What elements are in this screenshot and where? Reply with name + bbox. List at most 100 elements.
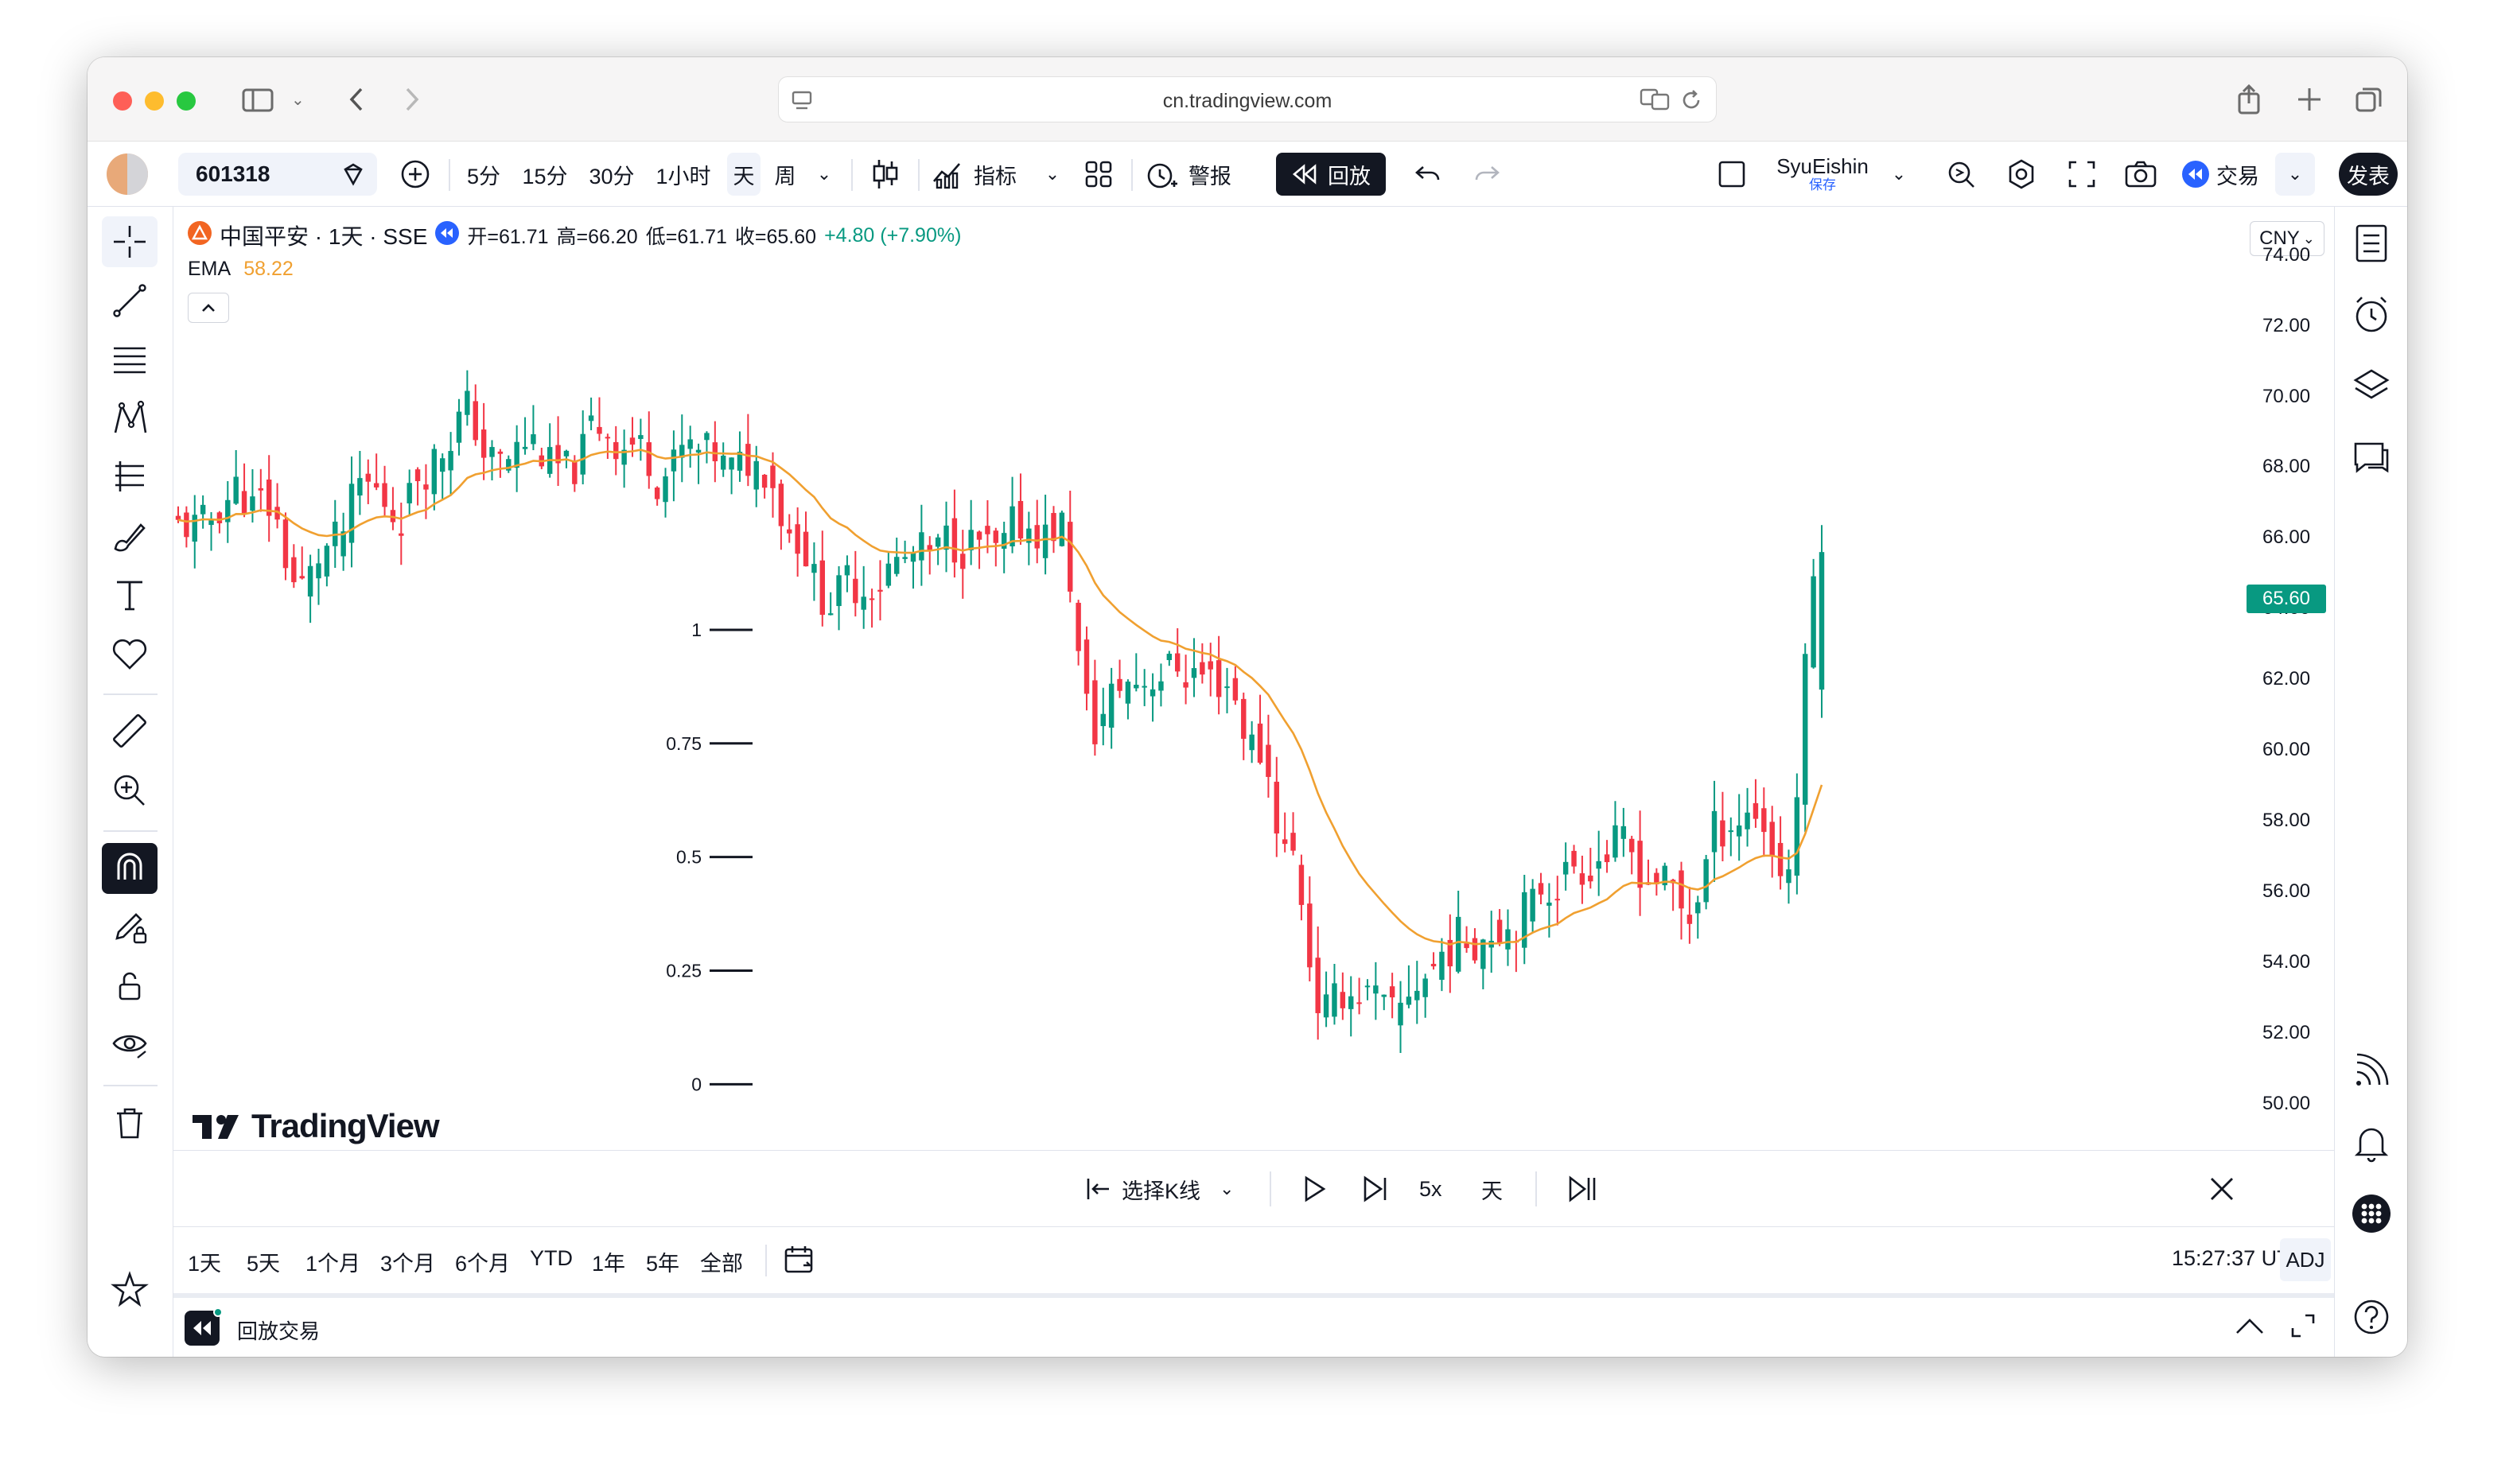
chart-pane[interactable]: 中国平安 · 1天 · SSE 开=61.71 高=66.20 低=61.71 … (173, 207, 2334, 1196)
apps-grid-icon[interactable] (2346, 1188, 2397, 1239)
watchlist-icon[interactable] (2346, 218, 2397, 269)
interval-15m[interactable]: 15分 (517, 153, 573, 196)
play-button[interactable] (1301, 1170, 1327, 1208)
close-replay-button[interactable] (2208, 1170, 2235, 1208)
trade-chevron-icon[interactable]: ⌄ (2275, 153, 2315, 196)
new-tab-icon[interactable] (2296, 86, 2323, 118)
camera-icon[interactable] (2121, 153, 2161, 196)
signal-broadcast-icon[interactable] (2346, 1045, 2397, 1096)
symbol-search-button[interactable]: 601318 (178, 153, 377, 196)
templates-grid-icon[interactable] (1079, 153, 1118, 196)
ruler-icon[interactable] (102, 706, 158, 757)
undo-icon[interactable] (1410, 153, 1446, 196)
price-chart[interactable]: 1 0.75 0.5 0.25 0 (173, 207, 2334, 1150)
alerts-clock-icon[interactable] (2346, 289, 2397, 340)
replay-interval-button[interactable]: 天 (1481, 1170, 1503, 1208)
range-1d[interactable]: 1天 (188, 1246, 221, 1277)
range-1y[interactable]: 1年 (592, 1246, 625, 1277)
interval-1w[interactable]: 周 (768, 153, 802, 196)
panel-expand-chevron-icon[interactable] (2234, 1314, 2266, 1342)
layout-name-button[interactable]: SyuEishin 保存 (1763, 153, 1882, 196)
tab-overview-icon[interactable] (2355, 86, 2383, 119)
candle-style-icon[interactable] (866, 153, 905, 196)
text-tool-icon[interactable] (102, 569, 158, 620)
translate-icon[interactable] (1640, 87, 1671, 115)
pattern-tool-icon[interactable] (102, 393, 158, 444)
candle-body (877, 589, 883, 592)
replay-trading-label[interactable]: 回放交易 (237, 1315, 320, 1345)
range-1m[interactable]: 1个月 (305, 1246, 360, 1277)
jump-to-realtime-button[interactable] (1567, 1170, 1599, 1208)
trade-button[interactable]: 交易 (2181, 153, 2269, 196)
select-bar-button[interactable]: 选择K线 ⌄ (1083, 1170, 1234, 1208)
go-to-date-calendar-icon[interactable] (783, 1243, 818, 1282)
step-forward-button[interactable] (1362, 1170, 1389, 1208)
candle-body (605, 437, 611, 439)
heart-icon[interactable] (102, 628, 158, 679)
interval-1h[interactable]: 1小时 (651, 153, 716, 196)
horizontal-lines-icon[interactable] (102, 334, 158, 385)
layout-square-icon[interactable] (1714, 153, 1750, 196)
indicators-button[interactable]: 指标 (931, 153, 1033, 196)
play-icon (1305, 1175, 1326, 1202)
layout-chevron-icon[interactable]: ⌄ (1885, 153, 1912, 196)
alert-button[interactable]: 警报 (1144, 153, 1246, 196)
forecast-tool-icon[interactable] (102, 452, 158, 503)
adjust-dividends-button[interactable]: ADJ (2280, 1238, 2331, 1281)
price-tick-label: 52.00 (2262, 1021, 2311, 1043)
forward-arrow-icon[interactable] (403, 86, 422, 118)
magnet-icon[interactable] (102, 843, 158, 894)
compare-add-icon[interactable] (396, 153, 434, 196)
back-arrow-icon[interactable] (347, 86, 366, 118)
zoom-in-icon[interactable] (102, 765, 158, 816)
quick-search-icon[interactable] (1941, 153, 1981, 196)
brush-icon[interactable] (102, 511, 158, 561)
candle-body (894, 557, 900, 574)
interval-30m[interactable]: 30分 (584, 153, 640, 196)
range-ytd[interactable]: YTD (530, 1246, 573, 1271)
sidebar-toggle-icon[interactable] (242, 87, 274, 118)
publish-button[interactable]: 发表 (2339, 153, 2398, 196)
unlock-icon[interactable] (102, 961, 158, 1012)
candle-body (1753, 802, 1759, 819)
interval-dropdown-chevron-icon[interactable]: ⌄ (810, 153, 838, 196)
user-avatar[interactable] (105, 153, 150, 196)
interval-1d[interactable]: 天 (727, 153, 761, 196)
range-5y[interactable]: 5年 (646, 1246, 679, 1277)
indicators-chevron-icon[interactable]: ⌄ (1039, 153, 1066, 196)
replay-trading-icon[interactable] (185, 1307, 223, 1346)
reload-icon[interactable] (1679, 88, 1703, 116)
minimize-window-button[interactable] (145, 91, 164, 111)
settings-gear-icon[interactable] (2002, 153, 2041, 196)
price-axis[interactable]: 74.0072.0070.0068.0066.0064.0062.0060.00… (2234, 207, 2334, 1150)
close-window-button[interactable] (113, 91, 132, 111)
visibility-eye-icon[interactable] (102, 1020, 158, 1070)
redo-icon[interactable] (1469, 153, 1505, 196)
share-icon[interactable] (2235, 83, 2262, 121)
chevron-down-icon[interactable]: ⌄ (291, 92, 305, 108)
interval-5m[interactable]: 5分 (461, 153, 506, 196)
lock-drawing-pencil-icon[interactable] (102, 902, 158, 953)
replay-speed-button[interactable]: 5x (1419, 1170, 1442, 1208)
crosshair-icon[interactable] (102, 216, 158, 267)
candle-body (1208, 661, 1213, 670)
help-question-icon[interactable] (2346, 1292, 2397, 1342)
range-6m[interactable]: 6个月 (455, 1246, 510, 1277)
address-bar[interactable]: cn.tradingview.com (778, 76, 1717, 122)
fullscreen-icon[interactable] (2062, 153, 2102, 196)
notifications-bell-icon[interactable] (2346, 1117, 2397, 1167)
range-5d[interactable]: 5天 (247, 1246, 280, 1277)
range-3m[interactable]: 3个月 (380, 1246, 435, 1277)
panel-maximize-icon[interactable] (2289, 1312, 2317, 1343)
replay-button[interactable]: 回放 (1276, 153, 1386, 196)
candle-body (1017, 500, 1024, 539)
zoom-window-button[interactable] (177, 91, 196, 111)
favorites-star-icon[interactable] (102, 1265, 158, 1315)
trash-icon[interactable] (102, 1097, 158, 1148)
symbol-detail-icon[interactable] (340, 161, 366, 192)
candle-body (1628, 838, 1635, 853)
range-all[interactable]: 全部 (700, 1246, 743, 1277)
trend-line-icon[interactable] (102, 275, 158, 326)
object-tree-layers-icon[interactable] (2346, 361, 2397, 412)
chat-bubble-icon[interactable] (2346, 433, 2397, 484)
